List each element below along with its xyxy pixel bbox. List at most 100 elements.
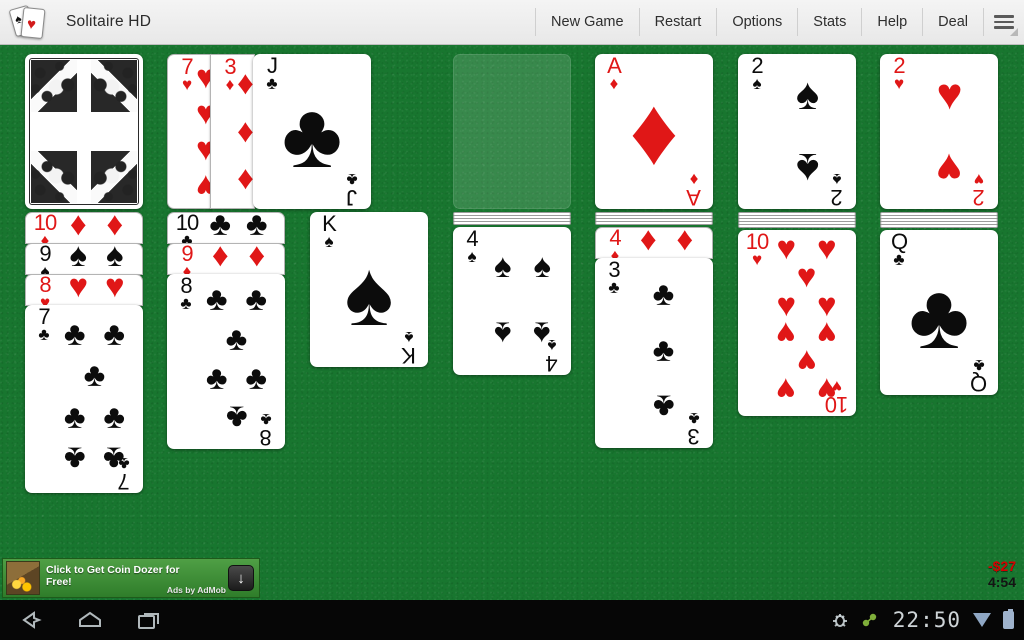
tableau-1-card-10-diamonds-corner: 10 ♦ — [33, 212, 57, 244]
pip: ♦ — [639, 227, 657, 257]
tableau-2-card-8-clubs[interactable]: 8 ♣ ♣ ♣ ♣ ♣ ♣ ♣ 8 ♣ — [167, 274, 285, 449]
pip: ♦ — [676, 227, 694, 257]
tableau-5-card-4-diamonds[interactable]: 4 ♦ ♦ ♦ — [595, 227, 713, 259]
pip: ♣ — [205, 280, 228, 318]
solitaire-app-window: ♠ ♥ Solitaire HD New Game Restart Option… — [0, 0, 1024, 640]
pip: ♥ — [776, 285, 797, 323]
tableau-7-card-queen-clubs[interactable]: Q ♣ ♣ Q ♣ — [880, 230, 998, 395]
tableau-4-card-4-spades[interactable]: 4 ♠ ♠ ♠ ♠ ♠ 4 ♠ — [453, 227, 571, 375]
pip: ♣ — [225, 319, 248, 357]
tableau-1-card-8-hearts[interactable]: 8 ♥ ♥ ♥ — [25, 274, 143, 306]
tableau-4-card-4-spades-corner-br: 4 ♠ — [546, 336, 558, 375]
tableau-5-card-3-clubs[interactable]: 3 ♣ ♣ ♣ ♣ 3 ♣ — [595, 258, 713, 448]
pip: ♦ — [237, 112, 254, 150]
tableau-3-card-king-spades-corner-br: K ♠ — [402, 328, 416, 367]
hamburger-menu-icon[interactable] — [984, 0, 1024, 44]
menu-stats[interactable]: Stats — [798, 8, 863, 36]
tableau-2-card-8-clubs-corner-br: 8 ♣ — [260, 410, 272, 449]
pip: ♣ — [205, 358, 228, 396]
pip: ♥ — [936, 143, 963, 193]
foundation-2-spades[interactable]: 2 ♠ ♠ ♠ 2 ♠ — [738, 54, 856, 209]
pip: ♣ — [225, 399, 248, 437]
menu-help[interactable]: Help — [862, 8, 924, 36]
score-panel: -$27 4:54 — [988, 558, 1016, 590]
waste-card-7-hearts[interactable]: 7 ♥ ♥ ♥ ♥ ♥ — [167, 54, 212, 209]
tableau-2-card-9-diamonds-corner: 9 ♦ — [181, 243, 193, 275]
foundation-empty[interactable] — [453, 54, 571, 209]
action-bar: ♠ ♥ Solitaire HD New Game Restart Option… — [0, 0, 1024, 45]
app-title: Solitaire HD — [66, 13, 152, 30]
back-arrow-icon[interactable] — [0, 600, 60, 640]
usb-connected-icon — [862, 613, 876, 627]
pip: ♠ — [795, 143, 820, 193]
system-status-icons: 22:50 — [831, 608, 1024, 632]
menu-options[interactable]: Options — [717, 8, 799, 36]
pip: ♥ — [816, 285, 837, 323]
waste-card-jack-clubs-corner-br: J ♣ — [346, 170, 358, 209]
foundation-ace-diamonds[interactable]: A ♦ ♦ A ♦ — [595, 54, 713, 209]
recent-apps-icon[interactable] — [120, 600, 180, 640]
pip: ♥ — [816, 315, 837, 353]
pip: ♣ — [652, 330, 675, 368]
ad-text: Click to Get Coin Dozer for Free! Ads by… — [46, 559, 228, 597]
pip: ♥ — [776, 370, 797, 408]
tableau-2-card-10-clubs-corner: 10 ♣ — [175, 212, 199, 244]
foundation-ace-diamonds-corner-br: A ♦ — [687, 170, 701, 209]
pip: ♣ — [83, 356, 106, 394]
pip: ♣ — [245, 212, 268, 242]
system-clock: 22:50 — [892, 608, 961, 632]
pip: ♦ — [106, 212, 124, 242]
foundation-2-hearts-corner-br: 2 ♥ — [973, 170, 985, 209]
pip: ♣ — [63, 314, 86, 352]
stock-pile[interactable] — [25, 54, 143, 209]
tableau-1-card-7-clubs-corner-br: 7 ♣ — [118, 454, 130, 493]
foundation-2-hearts[interactable]: 2 ♥ ♥ ♥ 2 ♥ — [880, 54, 998, 209]
tableau-1-card-9-spades[interactable]: 9 ♠ ♠ ♠ — [25, 243, 143, 275]
battery-icon — [1003, 609, 1014, 629]
pip: ♦ — [237, 63, 254, 101]
pip: ♦ — [237, 162, 254, 200]
pip: ♥ — [816, 230, 837, 266]
pip: ♥ — [796, 343, 817, 381]
android-system-bar: 22:50 — [0, 600, 1024, 640]
wifi-icon — [973, 613, 991, 627]
tableau-2-card-10-clubs[interactable]: 10 ♣ ♣ ♣ — [167, 212, 285, 244]
home-icon[interactable] — [60, 600, 120, 640]
menu-restart[interactable]: Restart — [640, 8, 718, 36]
tableau-7-facedown-stack[interactable] — [880, 212, 998, 228]
tableau-1-card-10-diamonds[interactable]: 10 ♦ ♦ ♦ — [25, 212, 143, 244]
ad-attribution: Ads by AdMob — [166, 585, 226, 595]
pip: ♥ — [776, 315, 797, 353]
menu-new-game[interactable]: New Game — [535, 8, 640, 36]
pip: ♥ — [776, 230, 797, 266]
pip: ♣ — [245, 358, 268, 396]
tableau-1-card-8-hearts-corner: 8 ♥ — [39, 274, 51, 306]
tableau-5-card-4-diamonds-corner: 4 ♦ — [609, 227, 621, 259]
tableau-4-facedown-stack[interactable] — [453, 212, 571, 225]
tableau-1-card-7-clubs[interactable]: 7 ♣ ♣ ♣ ♣ ♣ ♣ ♣ ♣ 7 ♣ — [25, 305, 143, 493]
tableau-6-card-10-hearts-corner-br: 10 ♥ — [825, 377, 849, 416]
pip: ♣ — [103, 314, 126, 352]
ad-banner[interactable]: Click to Get Coin Dozer for Free! Ads by… — [2, 558, 260, 598]
tableau-6-card-10-hearts[interactable]: 10 ♥ ♥ ♥ ♥ ♥ ♥ ♥ ♥ ♥ ♥ ♥ 10 ♥ — [738, 230, 856, 416]
timer-value: 4:54 — [987, 574, 1016, 590]
foundation-2-spades-corner-br: 2 ♠ — [831, 170, 843, 209]
pip: ♠ — [105, 243, 124, 273]
pip: ♣ — [103, 397, 126, 435]
menu-deal[interactable]: Deal — [923, 8, 984, 36]
tableau-1-card-9-spades-corner: 9 ♠ — [39, 243, 51, 275]
pip: ♥ — [68, 274, 89, 304]
pip: ♦ — [211, 243, 229, 273]
waste-card-jack-clubs[interactable]: J ♣ ♣ J ♣ — [253, 54, 371, 209]
coin-dozer-thumbnail — [6, 561, 40, 595]
tableau-6-facedown-stack[interactable] — [738, 212, 856, 228]
pip: ♣ — [209, 212, 232, 242]
playing-cards-icon: ♠ ♥ — [8, 2, 52, 42]
tableau-2-card-9-diamonds[interactable]: 9 ♦ ♦ ♦ — [167, 243, 285, 275]
download-arrow-icon[interactable]: ↓ — [228, 565, 254, 591]
waste-card-3-diamonds[interactable]: 3 ♦ ♦ ♦ ♦ — [210, 54, 255, 209]
tableau-5-facedown-stack[interactable] — [595, 212, 713, 225]
pip: ♣ — [63, 397, 86, 435]
pip: ♠ — [69, 243, 88, 273]
tableau-3-card-king-spades[interactable]: K ♠ ♠ K ♠ — [310, 212, 428, 367]
